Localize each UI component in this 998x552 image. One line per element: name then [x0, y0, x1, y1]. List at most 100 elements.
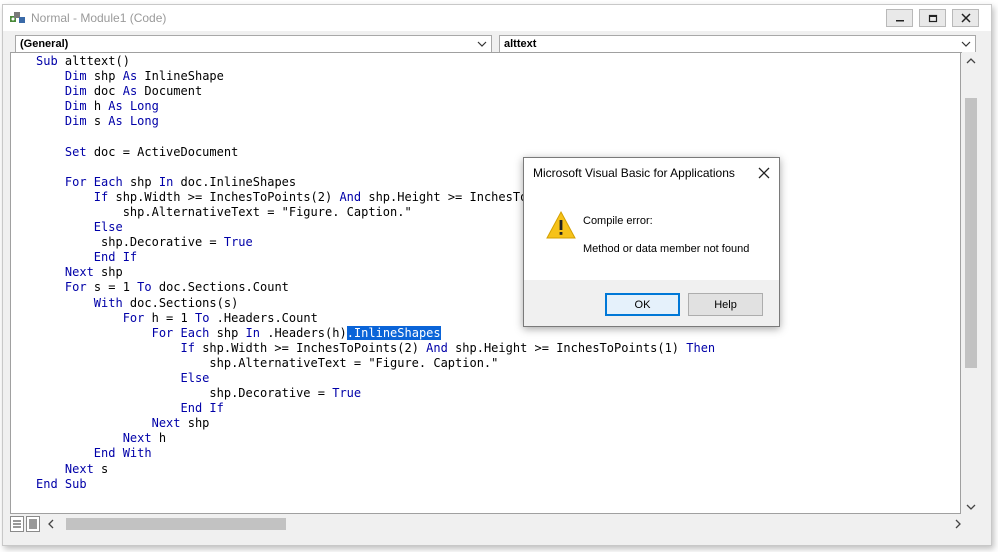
- help-button[interactable]: Help: [688, 293, 763, 316]
- code-token: s: [101, 461, 109, 476]
- full-module-view-button[interactable]: [26, 516, 40, 532]
- keyword-token: End Sub: [36, 476, 87, 491]
- selected-text: .InlineShapes: [346, 325, 441, 340]
- code-token: shp.Width >= InchesToPoints(2): [202, 340, 427, 355]
- chevron-down-icon: [961, 41, 971, 47]
- close-icon[interactable]: [757, 166, 771, 180]
- object-combo[interactable]: (General): [15, 35, 492, 53]
- code-token: s = 1: [93, 280, 138, 295]
- code-editor[interactable]: Sub alttext() Dim shp As InlineShape Dim…: [10, 52, 961, 514]
- close-window-button[interactable]: [952, 9, 979, 27]
- code-line[interactable]: Else: [36, 371, 715, 386]
- code-token: h: [93, 99, 109, 114]
- code-token: shp.Width >= InchesToPoints(2): [115, 189, 340, 204]
- scroll-down-icon[interactable]: [965, 502, 977, 512]
- code-line[interactable]: Dim doc As Document: [36, 84, 715, 99]
- code-line[interactable]: Next h: [36, 431, 715, 446]
- title-bar[interactable]: Normal - Module1 (Code): [3, 5, 991, 31]
- code-line[interactable]: End If: [36, 401, 715, 416]
- dialog-title-bar[interactable]: Microsoft Visual Basic for Applications: [524, 158, 779, 188]
- compile-error-dialog: Microsoft Visual Basic for Applications …: [523, 157, 780, 327]
- scroll-right-icon[interactable]: [953, 519, 963, 529]
- horizontal-scroll-thumb[interactable]: [66, 518, 286, 530]
- code-line[interactable]: For Each shp In .Headers(h).InlineShapes: [36, 325, 715, 341]
- code-token: Document: [144, 84, 203, 99]
- minimize-button[interactable]: [886, 9, 913, 27]
- keyword-token: Next: [122, 431, 159, 446]
- keyword-token: As: [122, 69, 145, 84]
- keyword-token: Set: [64, 144, 94, 159]
- code-line[interactable]: Dim s As Long: [36, 114, 715, 129]
- minimize-icon: [895, 20, 904, 22]
- code-token: shp: [101, 265, 123, 280]
- horizontal-scrollbar[interactable]: [10, 514, 980, 534]
- keyword-token: Next: [151, 416, 188, 431]
- code-token: shp.AlternativeText = "Figure. Caption.": [36, 204, 412, 219]
- keyword-token: In: [158, 174, 181, 189]
- keyword-token: For Each: [64, 174, 130, 189]
- procedure-view-button[interactable]: [10, 516, 24, 532]
- keyword-token: Next: [64, 265, 102, 280]
- code-line[interactable]: Dim h As Long: [36, 99, 715, 114]
- code-token: shp: [187, 416, 210, 431]
- dialog-body: Compile error: Method or data member not…: [524, 188, 779, 280]
- code-token: doc.InlineShapes: [180, 174, 297, 189]
- keyword-token: And: [339, 189, 369, 204]
- keyword-token: True: [223, 235, 253, 250]
- code-line[interactable]: shp.Decorative = True: [36, 386, 715, 401]
- code-line[interactable]: If shp.Width >= InchesToPoints(2) And sh…: [36, 340, 716, 356]
- keyword-token: Dim: [64, 99, 94, 114]
- code-token: shp.AlternativeText = "Figure. Caption.": [36, 355, 499, 370]
- procedure-combo-value: alttext: [504, 38, 537, 50]
- code-line[interactable]: End Sub: [36, 477, 715, 492]
- keyword-token: End If: [180, 401, 224, 416]
- code-token: .Headers.Count: [216, 310, 318, 325]
- procedure-combo[interactable]: alttext: [499, 35, 976, 53]
- keyword-token: Dim: [64, 69, 94, 84]
- code-line[interactable]: Next shp: [36, 416, 715, 431]
- code-line[interactable]: Next s: [36, 462, 715, 477]
- keyword-token: Dim: [64, 84, 94, 99]
- object-combo-value: (General): [20, 38, 69, 50]
- code-line[interactable]: Sub alttext(): [36, 54, 715, 69]
- code-token: doc.Sections.Count: [158, 280, 289, 295]
- code-token: shp.Decorative =: [36, 235, 224, 250]
- scroll-left-icon[interactable]: [46, 519, 56, 529]
- error-heading: Compile error:: [583, 215, 653, 227]
- keyword-token: If: [180, 340, 203, 355]
- code-token: .Headers(h): [267, 325, 347, 340]
- window-title: Normal - Module1 (Code): [31, 11, 167, 25]
- keyword-token: End If: [93, 250, 138, 265]
- keyword-token: Else: [93, 220, 123, 235]
- code-token: shp: [129, 174, 159, 189]
- keyword-token: Else: [180, 370, 210, 385]
- scroll-up-icon[interactable]: [965, 56, 977, 66]
- code-token: doc: [93, 84, 123, 99]
- code-line[interactable]: shp.AlternativeText = "Figure. Caption.": [36, 356, 715, 371]
- vertical-scroll-thumb[interactable]: [965, 98, 977, 368]
- code-line[interactable]: Dim shp As InlineShape: [36, 69, 715, 84]
- keyword-token: To: [194, 310, 217, 325]
- code-token: h: [158, 431, 167, 446]
- restore-button[interactable]: [919, 9, 946, 27]
- code-line[interactable]: End With: [36, 446, 715, 461]
- ok-button[interactable]: OK: [605, 293, 680, 316]
- vertical-scrollbar[interactable]: [962, 52, 980, 514]
- code-token: InlineShape: [144, 69, 224, 84]
- keyword-token: Long: [129, 114, 159, 129]
- keyword-token: For: [122, 310, 152, 325]
- code-line[interactable]: [36, 129, 715, 144]
